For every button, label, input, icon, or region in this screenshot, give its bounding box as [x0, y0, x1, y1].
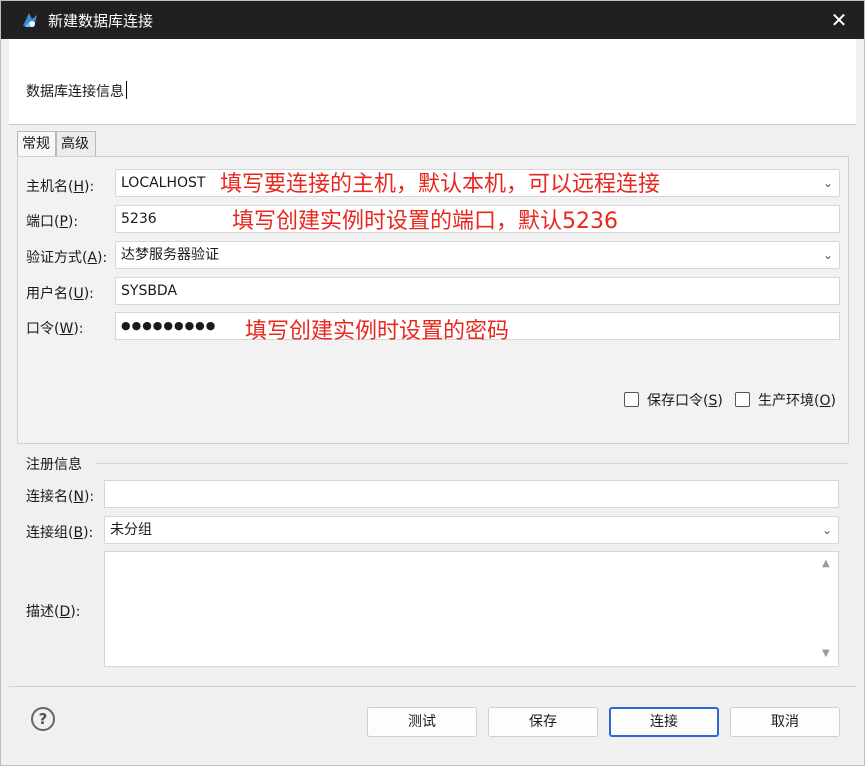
- auth-label: 验证方式(A):: [26, 250, 108, 266]
- header-banner: 数据库连接信息: [9, 39, 856, 125]
- description-textarea[interactable]: ▲ ▼: [104, 551, 839, 667]
- host-label: 主机名(H):: [26, 179, 95, 195]
- conn-group-select[interactable]: 未分组 ⌄: [104, 516, 839, 544]
- annotation-password: 填写创建实例时设置的密码: [245, 319, 510, 344]
- text-caret: [126, 81, 127, 99]
- tab-advanced[interactable]: 高级: [56, 131, 96, 156]
- footer-divider: [9, 686, 856, 687]
- conn-name-label: 连接名(N):: [26, 489, 95, 505]
- annotation-port: 填写创建实例时设置的端口，默认5236: [232, 209, 618, 234]
- dialog-window: 新建数据库连接 ✕ 数据库连接信息 常规 高级 主机名(H): LOCALHOS…: [0, 0, 865, 766]
- auth-value: 达梦服务器验证: [121, 247, 219, 263]
- conn-group-value: 未分组: [110, 522, 152, 538]
- title-bar: 新建数据库连接 ✕: [1, 1, 864, 39]
- password-label: 口令(W):: [26, 321, 84, 337]
- auth-select[interactable]: 达梦服务器验证 ⌄: [115, 241, 840, 269]
- port-label: 端口(P):: [26, 214, 79, 230]
- conn-name-input[interactable]: [104, 480, 839, 508]
- tab-general[interactable]: 常规: [17, 131, 56, 157]
- registration-group-title: 注册信息: [26, 457, 82, 473]
- group-divider: [95, 463, 849, 464]
- annotation-host: 填写要连接的主机，默认本机，可以远程连接: [220, 172, 661, 197]
- connect-button[interactable]: 连接: [609, 707, 719, 737]
- test-button[interactable]: 测试: [367, 707, 477, 737]
- window-title: 新建数据库连接: [48, 12, 154, 30]
- production-option[interactable]: 生产环境(O): [735, 390, 836, 410]
- banner-title: 数据库连接信息: [26, 81, 127, 101]
- user-input[interactable]: SYSBDA: [115, 277, 840, 305]
- chevron-down-icon[interactable]: ⌄: [822, 517, 832, 543]
- scroll-down-icon[interactable]: ▼: [822, 648, 830, 659]
- help-icon[interactable]: ?: [31, 707, 55, 731]
- vertical-scrollbar[interactable]: ▲ ▼: [818, 552, 838, 666]
- host-value: LOCALHOST: [121, 175, 206, 191]
- scroll-up-icon[interactable]: ▲: [822, 558, 830, 569]
- description-label: 描述(D):: [26, 604, 81, 620]
- save-password-checkbox[interactable]: [624, 392, 639, 407]
- chevron-down-icon[interactable]: ⌄: [823, 170, 833, 196]
- dm-tool-icon: [23, 13, 37, 27]
- chevron-down-icon[interactable]: ⌄: [823, 242, 833, 268]
- production-checkbox[interactable]: [735, 392, 750, 407]
- user-label: 用户名(U):: [26, 286, 94, 302]
- cancel-button[interactable]: 取消: [730, 707, 840, 737]
- close-icon[interactable]: ✕: [826, 7, 852, 33]
- save-password-option[interactable]: 保存口令(S): [624, 390, 723, 410]
- conn-group-label: 连接组(B):: [26, 525, 94, 541]
- save-button[interactable]: 保存: [488, 707, 598, 737]
